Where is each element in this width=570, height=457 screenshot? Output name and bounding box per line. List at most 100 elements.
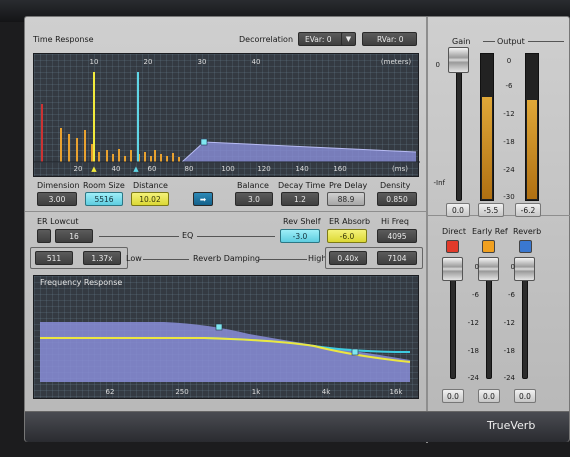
mix-scale-l-18: -18 bbox=[467, 347, 479, 355]
ms-tick-120: 120 bbox=[257, 165, 271, 173]
early-reflection-bars bbox=[60, 128, 180, 162]
pre-delay-value[interactable]: 88.9 bbox=[327, 192, 365, 206]
reverb-fader-knob[interactable] bbox=[514, 257, 535, 281]
evar-value: EVar: 0 bbox=[305, 34, 332, 44]
freq-tick-1k: 1k bbox=[251, 388, 261, 396]
output-left-value[interactable]: -5.5 bbox=[478, 203, 504, 217]
time-response-display[interactable]: 10 20 30 40 (meters) 20 40 60 80 100 120… bbox=[33, 53, 420, 177]
time-response-graph bbox=[34, 72, 420, 163]
pre-delay-label: Pre Delay bbox=[329, 181, 368, 190]
gain-fader-knob[interactable] bbox=[448, 47, 469, 73]
mix-scale-l-6: -6 bbox=[472, 291, 479, 299]
dimension-label: Dimension bbox=[37, 181, 80, 190]
mix-scale-l-12: -12 bbox=[467, 319, 479, 327]
er-lowcut-value[interactable]: 16 bbox=[55, 229, 93, 243]
meters-tick-20: 20 bbox=[143, 58, 153, 66]
early-ref-value[interactable]: 0.0 bbox=[478, 389, 500, 403]
output-label: Output bbox=[497, 37, 525, 46]
output-rule-right bbox=[528, 41, 564, 42]
out-scale-0: 0 bbox=[506, 57, 512, 65]
gain-value[interactable]: 0.0 bbox=[446, 203, 470, 217]
balance-value[interactable]: 3.0 bbox=[235, 192, 273, 206]
out-scale-6: -6 bbox=[505, 82, 513, 90]
output-meter-scale: 0 -6 -12 -18 -24 -30 bbox=[495, 57, 523, 202]
room-size-label: Room Size bbox=[83, 181, 125, 190]
hi-freq-value[interactable]: 4095 bbox=[377, 229, 417, 243]
output-meter-right bbox=[525, 53, 539, 201]
mix-scale-left: 0 -6 -12 -18 -24 bbox=[461, 263, 479, 383]
ms-tick-140: 140 bbox=[295, 165, 309, 173]
distance-label: Distance bbox=[133, 181, 168, 190]
product-logo: TrueVerb bbox=[487, 419, 536, 432]
direct-label: Direct bbox=[442, 227, 466, 236]
mix-scale-l-24: -24 bbox=[467, 374, 479, 382]
ms-tick-60: 60 bbox=[147, 165, 157, 173]
out-scale-24: -24 bbox=[503, 166, 515, 174]
room-size-triangle-icon: ▲ bbox=[133, 165, 139, 173]
output-right-value[interactable]: -6.2 bbox=[515, 203, 541, 217]
mix-scale-l-0: 0 bbox=[474, 263, 479, 271]
mix-scale-r-12: -12 bbox=[503, 319, 515, 327]
trueverb-plugin: Time Response Decorrelation EVar: 0 ▼ RV… bbox=[24, 16, 570, 443]
frequency-response-display[interactable]: Frequency Response 62 250 1k 4k 16k bbox=[33, 275, 419, 399]
distance-triangle-icon: ▲ bbox=[91, 165, 97, 173]
early-ref-mute-button[interactable] bbox=[482, 240, 495, 253]
er-absorb-value[interactable]: -6.0 bbox=[327, 229, 367, 243]
gain-fader-track[interactable] bbox=[456, 53, 462, 201]
gain-scale-bottom: -Inf bbox=[433, 179, 446, 187]
eq-rule-left bbox=[99, 236, 179, 237]
decay-time-label: Decay Time bbox=[278, 181, 326, 190]
mix-scale-right: 0 -6 -12 -18 -24 bbox=[497, 263, 515, 383]
rev-shelf-label: Rev Shelf bbox=[283, 217, 321, 226]
high-label: High bbox=[308, 254, 327, 263]
evar-arrow-button[interactable]: ▼ bbox=[341, 32, 356, 46]
time-response-title: Time Response bbox=[33, 35, 94, 44]
gain-scale-top: 0 bbox=[435, 61, 440, 69]
decay-time-value[interactable]: 1.2 bbox=[281, 192, 319, 206]
reverb-damping-label: Reverb Damping bbox=[193, 254, 260, 263]
eq-rule-right bbox=[197, 236, 275, 237]
link-button[interactable]: ➡ bbox=[193, 192, 213, 206]
early-ref-label: Early Ref bbox=[472, 227, 508, 236]
reverb-tail-envelope bbox=[182, 142, 416, 162]
reverb-value[interactable]: 0.0 bbox=[514, 389, 536, 403]
rev-shelf-value[interactable]: -3.0 bbox=[280, 229, 320, 243]
distance-value[interactable]: 10.02 bbox=[131, 192, 169, 206]
meters-units-label: (meters) bbox=[380, 58, 412, 66]
triangle-down-icon: ▼ bbox=[345, 35, 352, 43]
ms-tick-80: 80 bbox=[184, 165, 194, 173]
high-freq-value[interactable]: 7104 bbox=[377, 251, 417, 265]
low-freq-value[interactable]: 511 bbox=[35, 251, 73, 265]
er-lowcut-label: ER Lowcut bbox=[37, 217, 79, 226]
freq-tick-250: 250 bbox=[175, 388, 189, 396]
mix-scale-r-18: -18 bbox=[503, 347, 515, 355]
damping-rule-right bbox=[259, 259, 307, 260]
density-value[interactable]: 0.850 bbox=[377, 192, 417, 206]
freq-tick-16k: 16k bbox=[389, 388, 403, 396]
meters-tick-10: 10 bbox=[89, 58, 99, 66]
freq-tick-4k: 4k bbox=[321, 388, 331, 396]
mix-scale-r-24: -24 bbox=[503, 374, 515, 382]
dimension-value[interactable]: 3.00 bbox=[37, 192, 77, 206]
meters-tick-30: 30 bbox=[197, 58, 207, 66]
frequency-response-graph bbox=[40, 322, 411, 382]
mix-scale-r-6: -6 bbox=[508, 291, 515, 299]
mix-scale-r-0: 0 bbox=[510, 263, 515, 271]
reverb-mute-button[interactable] bbox=[519, 240, 532, 253]
ms-tick-100: 100 bbox=[221, 165, 235, 173]
high-ratio-value[interactable]: 0.40x bbox=[329, 251, 367, 265]
direct-value[interactable]: 0.0 bbox=[442, 389, 464, 403]
direct-mute-button[interactable] bbox=[446, 240, 459, 253]
ms-units-label: (ms) bbox=[392, 165, 408, 173]
rev-shelf-handle bbox=[215, 323, 223, 331]
rvar-value: RVar: 0 bbox=[377, 34, 404, 44]
room-size-value[interactable]: 5516 bbox=[85, 192, 123, 206]
low-ratio-value[interactable]: 1.37x bbox=[83, 251, 121, 265]
output-meter-left-level bbox=[482, 96, 492, 199]
divider-time-eq bbox=[25, 211, 426, 212]
predelay-handle bbox=[200, 138, 208, 146]
density-label: Density bbox=[380, 181, 411, 190]
output-rule-left bbox=[483, 41, 495, 42]
rvar-dropdown[interactable]: RVar: 0 bbox=[362, 32, 417, 46]
er-lowcut-toggle[interactable] bbox=[37, 229, 51, 243]
